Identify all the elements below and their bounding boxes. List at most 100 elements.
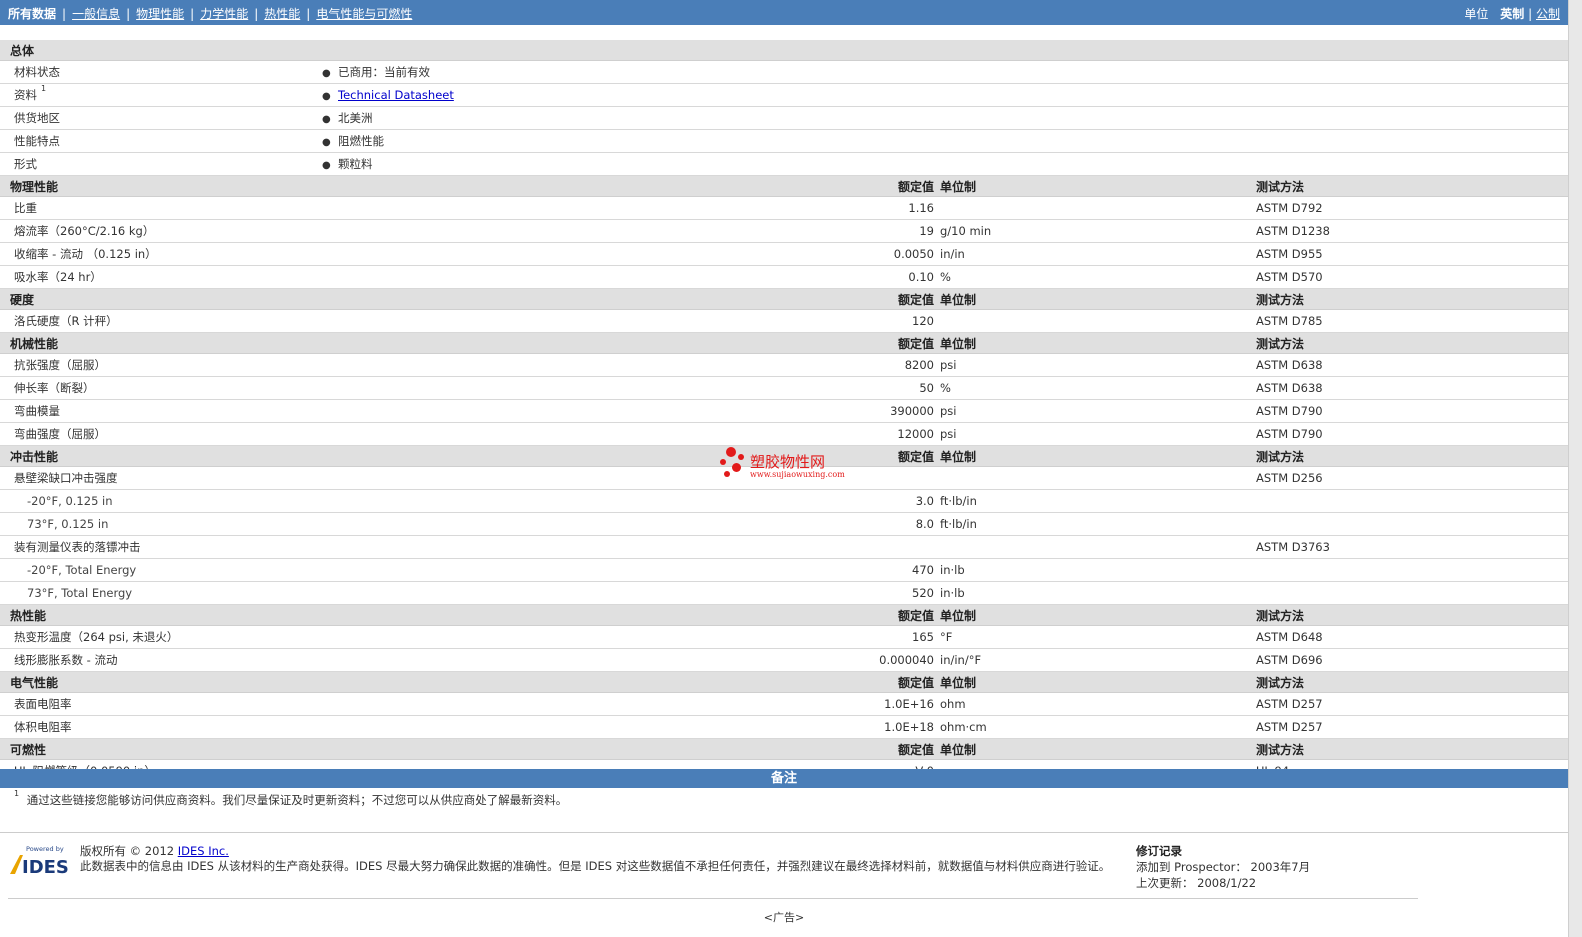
tab-5[interactable]: 电气性能与可燃性 bbox=[316, 7, 412, 21]
table-row: 收缩率 - 流动 （0.125 in） 0.0050 in/in ASTM D955 bbox=[0, 242, 1569, 266]
ad-placeholder[interactable]: <广告> bbox=[0, 909, 1568, 925]
section-header: 可燃性 额定值 单位制 测试方法 bbox=[0, 738, 1569, 760]
datasheet-link[interactable]: Technical Datasheet bbox=[338, 88, 454, 102]
header-unit: 单位制 bbox=[940, 175, 1256, 197]
table-row: 洛氏硬度（R 计秤） 120 ASTM D785 bbox=[0, 309, 1569, 333]
ides-logo: Powered by IDES bbox=[8, 844, 70, 878]
table-row: -20°F, 0.125 in 3.0 ft·lb/in bbox=[0, 489, 1569, 513]
vertical-scrollbar[interactable] bbox=[1568, 0, 1582, 937]
note-marker: 1 bbox=[14, 789, 20, 798]
property-value: ● 已商用：当前有效 bbox=[318, 60, 1569, 84]
footer-divider bbox=[8, 898, 1418, 899]
divider bbox=[0, 832, 1568, 833]
property-unit: in·lb bbox=[940, 558, 1256, 582]
header-method: 测试方法 bbox=[1256, 738, 1569, 760]
tab-separator: | bbox=[306, 7, 311, 21]
table-row: 弯曲模量 390000 psi ASTM D790 bbox=[0, 399, 1569, 423]
ides-inc-link[interactable]: IDES Inc. bbox=[178, 844, 229, 858]
property-label: 形式 bbox=[0, 152, 318, 176]
test-method: ASTM D257 bbox=[1256, 692, 1569, 716]
section-title: 机械性能 bbox=[0, 332, 318, 354]
property-value: 0.10 bbox=[318, 265, 940, 289]
header-method: 测试方法 bbox=[1256, 288, 1569, 310]
property-label: 洛氏硬度（R 计秤） bbox=[0, 309, 318, 333]
property-unit: in/in/°F bbox=[940, 648, 1256, 672]
unit-english-option[interactable]: 英制 bbox=[1500, 7, 1524, 21]
section-header: 热性能 额定值 单位制 测试方法 bbox=[0, 604, 1569, 626]
tab-2[interactable]: 物理性能 bbox=[136, 7, 184, 21]
header-method: 测试方法 bbox=[1256, 332, 1569, 354]
section-header: 机械性能 额定值 单位制 测试方法 bbox=[0, 332, 1569, 354]
test-method: ASTM D1238 bbox=[1256, 219, 1569, 243]
property-label: -20°F, 0.125 in bbox=[0, 489, 318, 513]
table-row: -20°F, Total Energy 470 in·lb bbox=[0, 558, 1569, 582]
units-label: 单位 bbox=[1464, 7, 1489, 21]
property-value: 0.0050 bbox=[318, 242, 940, 266]
tab-4[interactable]: 热性能 bbox=[264, 7, 300, 21]
property-value: 165 bbox=[318, 625, 940, 649]
revision-added: 添加到 Prospector： 2003年7月 bbox=[1136, 860, 1311, 874]
tab-1[interactable]: 一般信息 bbox=[72, 7, 120, 21]
property-unit: ohm bbox=[940, 692, 1256, 716]
logo-wordmark: IDES bbox=[22, 857, 69, 876]
property-value: ● 北美洲 bbox=[318, 106, 1569, 130]
watermark-url: www.sujiaowuxing.com bbox=[750, 470, 845, 479]
property-value: 470 bbox=[318, 558, 940, 582]
section-title: 硬度 bbox=[0, 288, 318, 310]
copyright-text: 版权所有 © 2012 bbox=[80, 844, 175, 858]
property-unit: in/in bbox=[940, 242, 1256, 266]
table-row: 供货地区 ● 北美洲 bbox=[0, 106, 1569, 130]
test-method: ASTM D792 bbox=[1256, 196, 1569, 220]
notes-header: 备注 bbox=[0, 769, 1568, 788]
property-value: 3.0 bbox=[318, 489, 940, 513]
test-method bbox=[1256, 489, 1569, 513]
property-unit: psi bbox=[940, 422, 1256, 446]
property-label-text: 形式 bbox=[14, 157, 37, 171]
property-label-text: 供货地区 bbox=[14, 111, 60, 125]
test-method bbox=[1256, 558, 1569, 582]
tab-3[interactable]: 力学性能 bbox=[200, 7, 248, 21]
tab-0[interactable]: 所有数据 bbox=[8, 7, 56, 21]
property-unit: psi bbox=[940, 353, 1256, 377]
property-value: 12000 bbox=[318, 422, 940, 446]
property-value: 390000 bbox=[318, 399, 940, 423]
property-unit bbox=[940, 309, 1256, 333]
property-label-text: 资料 bbox=[14, 88, 37, 102]
table-row: 资料 1 ● Technical Datasheet bbox=[0, 83, 1569, 107]
test-method: ASTM D785 bbox=[1256, 309, 1569, 333]
table-row: 弯曲强度（屈服） 12000 psi ASTM D790 bbox=[0, 422, 1569, 446]
property-value: 1.16 bbox=[318, 196, 940, 220]
property-value: 8.0 bbox=[318, 512, 940, 536]
property-unit bbox=[940, 196, 1256, 220]
property-value: ● Technical Datasheet bbox=[318, 83, 1569, 107]
test-method: ASTM D570 bbox=[1256, 265, 1569, 289]
property-label: 悬壁梁缺口冲击强度 bbox=[0, 466, 318, 490]
table-row: 抗张强度（屈服） 8200 psi ASTM D638 bbox=[0, 353, 1569, 377]
property-label: 收缩率 - 流动 （0.125 in） bbox=[0, 242, 318, 266]
revision-title: 修订记录 bbox=[1136, 844, 1182, 858]
test-method: ASTM D638 bbox=[1256, 353, 1569, 377]
property-label: 表面电阻率 bbox=[0, 692, 318, 716]
property-label: 供货地区 bbox=[0, 106, 318, 130]
property-label: 73°F, 0.125 in bbox=[0, 512, 318, 536]
property-unit: ohm·cm bbox=[940, 715, 1256, 739]
property-label: 热变形温度（264 psi, 未退火） bbox=[0, 625, 318, 649]
property-unit: in·lb bbox=[940, 581, 1256, 605]
property-label: 装有测量仪表的落镖冲击 bbox=[0, 535, 318, 559]
tab-separator: | bbox=[62, 7, 67, 21]
tab-separator: | bbox=[126, 7, 131, 21]
property-unit bbox=[940, 466, 1256, 490]
property-label: 弯曲强度（屈服） bbox=[0, 422, 318, 446]
note-text: 通过这些链接您能够访问供应商资料。我们尽量保证及时更新资料；不过您可以从供应商处… bbox=[26, 793, 568, 807]
section-title: 冲击性能 bbox=[0, 445, 318, 467]
table-row: 线形膨胀系数 - 流动 0.000040 in/in/°F ASTM D696 bbox=[0, 648, 1569, 672]
tab-separator: | bbox=[190, 7, 195, 21]
header-unit: 单位制 bbox=[940, 738, 1256, 760]
header-value: 额定值 bbox=[318, 288, 940, 310]
note-item: 1 通过这些链接您能够访问供应商资料。我们尽量保证及时更新资料；不过您可以从供应… bbox=[14, 789, 568, 808]
copyright-block: 版权所有 © 2012 IDES Inc. 此数据表中的信息由 IDES 从该材… bbox=[80, 844, 1110, 874]
property-unit bbox=[940, 535, 1256, 559]
unit-metric-option[interactable]: 公制 bbox=[1536, 7, 1560, 21]
property-label: 伸长率（断裂） bbox=[0, 376, 318, 400]
property-label: 熔流率（260°C/2.16 kg） bbox=[0, 219, 318, 243]
